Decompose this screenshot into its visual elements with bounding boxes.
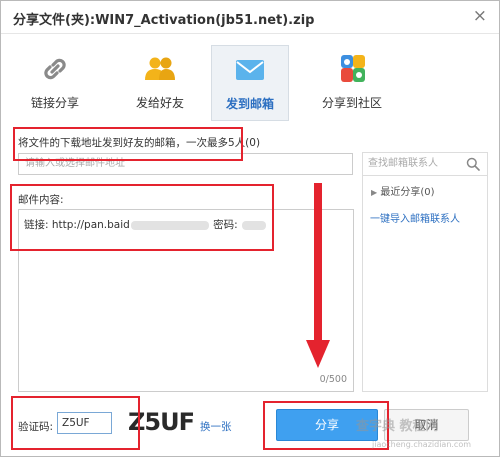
email-address-input[interactable]: 请输入或选择邮件地址 <box>18 153 353 175</box>
tab-send-email[interactable]: 发到邮箱 <box>211 45 289 121</box>
friends-icon <box>145 57 175 80</box>
content-label: 邮件内容: <box>18 194 64 206</box>
content-text: 链接: http://pan.baid 密码: <box>24 217 267 232</box>
blurred-password <box>242 220 267 230</box>
recent-shares[interactable]: ▶ 最近分享(0) <box>371 183 435 198</box>
share-dialog: 分享文件(夹):WIN7_Activation(jb51.net).zip × … <box>0 0 500 457</box>
mail-icon <box>236 60 264 80</box>
captcha-text: Z5UF <box>128 408 194 436</box>
tab-share-community[interactable]: 分享到社区 <box>309 45 395 119</box>
search-icon[interactable] <box>466 157 480 171</box>
cancel-button[interactable]: 取消 <box>384 409 469 441</box>
email-hint: 将文件的下载地址发到好友的邮箱，一次最多5人(0) <box>18 137 261 149</box>
tab-send-friend[interactable]: 发给好友 <box>119 45 201 119</box>
contacts-panel: 查找邮箱联系人 ▶ 最近分享(0) 一键导入邮箱联系人 <box>362 152 488 392</box>
dialog-title: 分享文件(夹):WIN7_Activation(jb51.net).zip <box>13 13 315 28</box>
community-icon <box>341 55 365 82</box>
captcha-image: Z5UF <box>128 408 195 436</box>
email-content-textarea[interactable]: 链接: http://pan.baid 密码: 0/500 <box>18 209 354 392</box>
link-icon <box>44 58 66 80</box>
tab-label: 链接分享 <box>30 96 79 110</box>
change-captcha-link[interactable]: 换一张 <box>200 419 232 434</box>
captcha-input[interactable]: Z5UF <box>57 412 112 434</box>
tab-label: 发到邮箱 <box>225 97 274 111</box>
share-button[interactable]: 分享 <box>276 409 378 441</box>
blurred-link <box>130 220 209 230</box>
char-counter: 0/500 <box>319 374 347 385</box>
tab-label: 分享到社区 <box>321 96 382 110</box>
import-contacts-link[interactable]: 一键导入邮箱联系人 <box>370 210 460 225</box>
recent-shares-label: 最近分享(0) <box>380 187 435 198</box>
content-link-text: 链接: http://pan.baid <box>24 219 130 231</box>
content-password-label: 密码: <box>213 219 238 231</box>
title-bar: 分享文件(夹):WIN7_Activation(jb51.net).zip × <box>1 1 499 34</box>
close-icon[interactable]: × <box>473 7 487 25</box>
tab-label: 发给好友 <box>135 96 184 110</box>
tab-link-share[interactable]: 链接分享 <box>17 45 93 119</box>
captcha-label: 验证码: <box>18 421 54 433</box>
triangle-right-icon: ▶ <box>371 188 378 197</box>
